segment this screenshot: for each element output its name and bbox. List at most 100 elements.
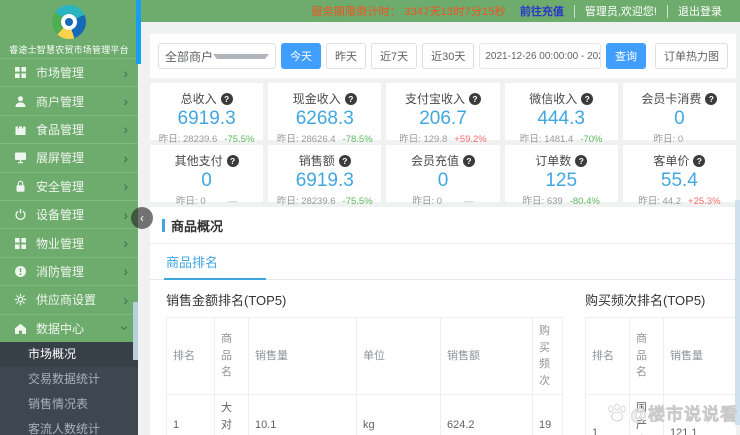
recharge-link[interactable]: 前往充值 <box>520 3 564 19</box>
question-icon[interactable]: ? <box>581 92 594 105</box>
submenu-item-transaction-stats[interactable]: 交易数据统计 <box>0 367 138 392</box>
stat-title: 其他支付 <box>174 154 223 168</box>
sidebar-item-security[interactable]: 安全管理 › <box>0 171 138 200</box>
stat-value: 444.3 <box>537 108 585 129</box>
sidebar-item-label: 供应商设置 <box>36 293 97 308</box>
stat-value: 0 <box>437 170 449 191</box>
merchant-select[interactable]: 全部商户 <box>158 43 276 69</box>
admin-welcome[interactable]: 管理员,欢迎您! <box>585 3 657 19</box>
stat-title: 客单价 <box>653 154 690 168</box>
grid-icon <box>15 67 26 79</box>
sidebar-item-supplier[interactable]: 供应商设置 › <box>0 285 138 313</box>
question-icon[interactable]: ? <box>705 92 718 105</box>
merchant-select-value: 全部商户 <box>165 49 214 64</box>
topbar-divider <box>573 4 575 18</box>
sidebar-item-label: 食品管理 <box>36 122 85 137</box>
stat-value: 206.7 <box>419 108 467 129</box>
stat-change: -75.5% <box>224 133 255 145</box>
question-icon[interactable]: ? <box>463 154 475 167</box>
grid-icon <box>15 237 26 249</box>
col-frequency: 购买频次 <box>532 317 563 395</box>
stat-yesterday: 昨日: 0— <box>176 195 238 207</box>
submenu-item-market-overview[interactable]: 市场概况 <box>0 341 138 367</box>
main-scrollbar-thumb[interactable] <box>735 200 740 425</box>
range-yesterday-button[interactable]: 昨天 <box>326 43 366 69</box>
stat-card-wechat-income: 微信收入? 444.3 昨日: 1481.4 -70% <box>504 83 618 145</box>
cell-amount: 624.2 <box>440 394 533 435</box>
table-title: 购买频次排名(TOP5) <box>585 293 706 308</box>
stat-title: 支付宝收入 <box>404 92 465 106</box>
sidebar-item-fire[interactable]: 消防管理 › <box>0 256 138 285</box>
submenu-item-visitor-stats[interactable]: 客流人数统计 <box>0 417 138 435</box>
cell-unit: kg <box>356 394 441 435</box>
range-today-button[interactable]: 今天 <box>281 43 321 69</box>
stat-card-avg-order-value: 客单价? 55.4 昨日: 44.2 +25.3% <box>622 145 736 207</box>
cell-qty: 10.1 <box>248 394 357 435</box>
sidebar-item-label: 数据中心 <box>36 321 85 336</box>
sidebar-scrollbar-thumb[interactable] <box>133 302 138 360</box>
date-range-input[interactable]: 2021-12-26 00:00:00 - 2021-12-26 23:59:5… <box>479 43 601 69</box>
chevron-down-icon: › <box>117 325 134 331</box>
stat-value: 55.4 <box>660 170 698 191</box>
sidebar-edge-highlight <box>136 0 141 64</box>
stat-title: 微信收入 <box>529 92 578 106</box>
stat-value: 0 <box>201 170 212 191</box>
stat-yesterday: 昨日: 129.8 +59.2% <box>399 133 487 145</box>
stat-change: -75.5% <box>342 195 373 207</box>
table-header-row: 排名 商品名 销售量 单位 销售额 购买频次 <box>166 317 563 395</box>
question-icon[interactable]: ? <box>693 154 706 167</box>
service-countdown-text: 服务期限倒计时： 3347天13时7分15秒 <box>311 6 506 18</box>
cell-product: 大对虾 <box>214 394 249 435</box>
chevron-right-icon: › <box>123 178 128 195</box>
col-rank: 排名 <box>166 317 215 395</box>
question-icon[interactable]: ? <box>220 92 233 105</box>
table-header-row: 排名 商品名 销售量 单位 销售额 购买频次 <box>585 317 736 395</box>
logout-button[interactable]: 退出登录 <box>678 3 722 19</box>
question-icon[interactable]: ? <box>226 154 239 167</box>
gear-icon <box>14 294 27 306</box>
question-icon[interactable]: ? <box>344 92 357 105</box>
alert-icon <box>15 265 26 277</box>
tab-product-ranking[interactable]: 商品排名 <box>164 244 267 280</box>
panel-title: 商品概况 <box>171 219 224 234</box>
table-row: 1 国产水果 121.1 斤 147.8 32 <box>585 394 736 435</box>
package-icon <box>15 123 26 135</box>
col-qty: 销售量 <box>663 317 736 395</box>
stat-value: 0 <box>674 108 685 129</box>
cell-product: 国产水果 <box>629 394 664 435</box>
panel-tabs: 商品排名 <box>150 244 736 280</box>
order-heatmap-button[interactable]: 订单热力图 <box>655 43 728 69</box>
sidebar-collapse-toggle[interactable]: ‹ <box>131 207 153 229</box>
cell-qty: 121.1 <box>663 394 736 435</box>
stat-yesterday: 昨日: 0— <box>412 195 474 207</box>
question-icon[interactable]: ? <box>575 154 588 167</box>
stat-title: 销售额 <box>298 154 335 168</box>
sidebar-item-property[interactable]: 物业管理 › <box>0 228 138 256</box>
stat-change: +25.3% <box>688 195 721 207</box>
col-product: 商品名 <box>629 317 664 395</box>
stat-card-cash-income: 现金收入? 6268.3 昨日: 28626.4 -78.5% <box>268 83 382 145</box>
sidebar-item-screen[interactable]: 展屏管理 › <box>0 143 138 171</box>
sidebar-item-label: 展屏管理 <box>36 151 85 166</box>
sidebar-item-merchant[interactable]: 商户管理 › <box>0 86 138 114</box>
sidebar-item-device[interactable]: 设备管理 › <box>0 199 138 228</box>
search-button[interactable]: 查询 <box>606 43 646 69</box>
cell-frequency: 19 <box>532 394 563 435</box>
stat-value: 6919.3 <box>295 170 354 191</box>
app-logo-icon <box>52 5 86 39</box>
range-30days-button[interactable]: 近30天 <box>422 43 475 69</box>
sidebar-item-data-center[interactable]: 数据中心 › <box>0 313 138 342</box>
question-icon[interactable]: ? <box>338 154 351 167</box>
question-icon[interactable]: ? <box>469 92 481 105</box>
sidebar-item-label: 商户管理 <box>36 94 85 109</box>
sidebar-item-label: 设备管理 <box>36 208 85 223</box>
chevron-right-icon: › <box>123 121 128 138</box>
submenu-item-sales-report[interactable]: 销售情况表 <box>0 392 138 417</box>
sidebar-item-label: 物业管理 <box>36 236 85 251</box>
sidebar-item-food[interactable]: 食品管理 › <box>0 114 138 143</box>
chevron-right-icon: › <box>123 93 128 110</box>
stat-change: +59.2% <box>454 133 487 145</box>
stat-change: — <box>464 195 474 207</box>
range-7days-button[interactable]: 近7天 <box>371 43 418 69</box>
sidebar-item-market[interactable]: 市场管理 › <box>0 58 138 86</box>
